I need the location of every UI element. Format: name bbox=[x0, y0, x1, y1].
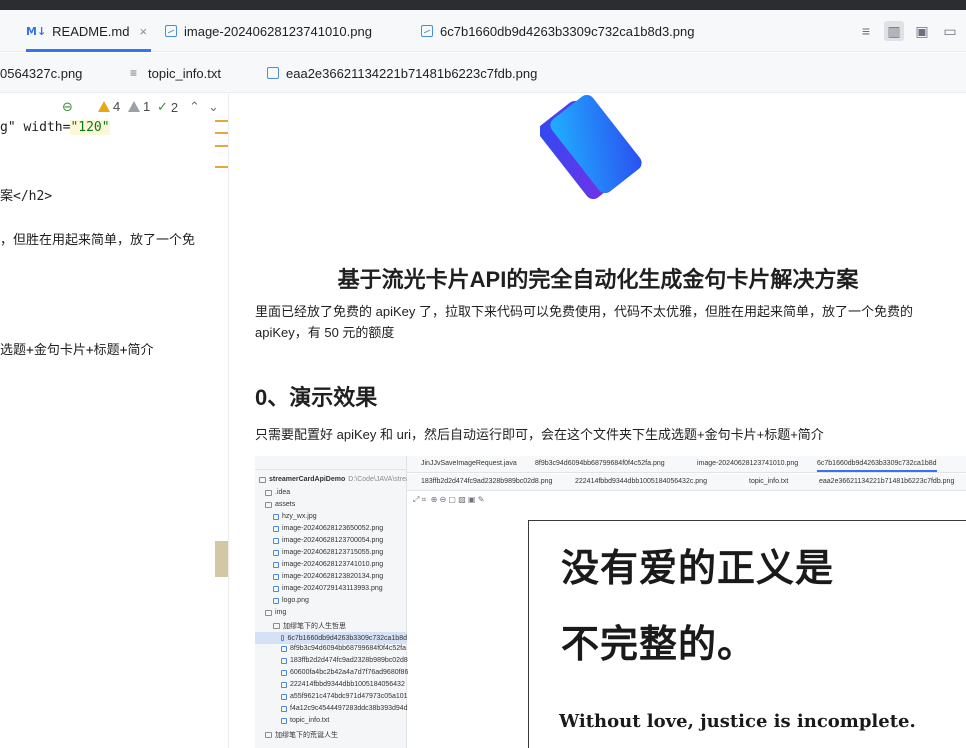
demo-screenshot: streamerCardApiDemo D:\Code\JAVA\streame… bbox=[255, 456, 966, 748]
tree-item: image-20240729143113993.png bbox=[273, 585, 383, 592]
card-quote-line-1: 没有爱的正义是 bbox=[561, 545, 835, 590]
tree-item: image-20240628123700054.png bbox=[273, 537, 383, 544]
tree-item: 222414fbbd9344dbb1005184056432 bbox=[281, 681, 405, 688]
tab-label: topic_info.txt bbox=[148, 65, 221, 81]
tree-item: 60600fa4bc2b42a4a7d7f76ad9680f86 bbox=[281, 669, 408, 676]
tree-item: hzy_wx.jpg bbox=[273, 513, 317, 520]
tab-eaa2e366[interactable]: eaa2e36621134221b71481b6223c7fdb.png bbox=[267, 53, 537, 93]
warning-marker[interactable] bbox=[215, 132, 228, 134]
section-paragraph: 只需要配置好 apiKey 和 uri，然后自动运行即可，会在这个文件夹下生成选… bbox=[255, 427, 824, 442]
typos-count[interactable]: ✓ 2 bbox=[157, 99, 178, 115]
logo-icon bbox=[540, 94, 642, 200]
tab-label: image-20240628123741010.png bbox=[184, 23, 372, 39]
quote-card-image: 没有爱的正义是 不完整的。 Without love, justice is i… bbox=[528, 520, 966, 748]
preview-mode-toolbar: ≡ ▥ ▣ ▭ bbox=[856, 10, 966, 52]
chevron-up-icon[interactable]: ⌃ bbox=[189, 99, 200, 115]
window-title-bar bbox=[0, 0, 966, 10]
tree-item: img bbox=[265, 609, 286, 616]
tree-item: image-20240628123715055.png bbox=[273, 549, 383, 556]
warning-marker[interactable] bbox=[215, 145, 228, 147]
more-icon[interactable]: ▭ bbox=[940, 21, 960, 41]
tree-item: .idea bbox=[265, 489, 290, 496]
code-line: g" width="120" bbox=[0, 120, 110, 135]
tab-readme[interactable]: M↓ README.md × bbox=[26, 10, 152, 52]
tree-item: 183ffb2d2d474fc9ad2328b989bc02d8 bbox=[281, 657, 408, 664]
tab-label: 0564327c.png bbox=[0, 65, 83, 81]
card-quote-line-2: 不完整的。 bbox=[561, 621, 757, 666]
tab-label: README.md bbox=[52, 23, 130, 39]
section-heading: 0、演示效果 bbox=[255, 385, 378, 410]
warning-icon bbox=[98, 101, 110, 112]
no-errors-icon[interactable]: ⊖ bbox=[62, 99, 73, 115]
check-icon: ✓ bbox=[157, 99, 168, 114]
tree-item: 加缪笔下的人生哲思 bbox=[273, 621, 346, 631]
tab-0564327c[interactable]: 0564327c.png bbox=[0, 53, 82, 93]
tree-item: 8f9b3c94d6094bb68799684f0f4c52fa bbox=[281, 645, 406, 652]
split-view-icon[interactable]: ▥ bbox=[884, 21, 904, 41]
editor-only-icon[interactable]: ≡ bbox=[856, 21, 876, 41]
tree-item: image-20240628123741010.png bbox=[273, 561, 383, 568]
warnings-count[interactable]: 4 bbox=[98, 99, 120, 114]
project-root: streamerCardApiDemo D:\Code\JAVA\streame… bbox=[259, 476, 427, 483]
editor-tabs-row-1: M↓ README.md × image-20240628123741010.p… bbox=[0, 10, 966, 52]
tree-item: image-20240628123650052.png bbox=[273, 525, 383, 532]
chevron-down-icon[interactable]: ⌄ bbox=[208, 99, 219, 115]
text-file-icon: ≡ bbox=[130, 66, 138, 80]
intro-paragraph: 里面已经放了免费的 apiKey 了，拉取下来代码可以免费使用，代码不太优雅，但… bbox=[255, 304, 913, 340]
image-file-icon bbox=[165, 25, 177, 37]
tree-item: f4a12c9c4544497283ddc38b393d94d bbox=[281, 705, 408, 712]
card-english-quote: Without love, justice is incomplete. bbox=[559, 711, 916, 732]
weak-warnings-count[interactable]: 1 bbox=[128, 99, 150, 114]
tree-item: logo.png bbox=[273, 597, 309, 604]
inspection-widget[interactable]: ⊖ 4 1 ✓ 2 ⌃ ⌄ bbox=[0, 94, 228, 120]
editor-tabs-row-2: 0564327c.png ≡ topic_info.txt eaa2e36621… bbox=[0, 53, 966, 93]
screenshot-tabs-row-2: 183ffb2d2d474fc9ad2328b989bc02d8.png 222… bbox=[407, 474, 966, 491]
screenshot-image-toolbar: ⤢ ⌗ ⊕ ⊖ ▢ ▨ ▣ ✎ bbox=[413, 495, 485, 504]
image-file-icon bbox=[267, 67, 279, 79]
warning-marker[interactable] bbox=[215, 166, 228, 168]
code-line: 选题+金句卡片+标题+简介 bbox=[0, 343, 154, 358]
warning-marker[interactable] bbox=[215, 120, 228, 122]
preview-only-icon[interactable]: ▣ bbox=[912, 21, 932, 41]
tab-6c7b1660[interactable]: 6c7b1660db9d4263b3309c732ca1b8d3.png bbox=[421, 10, 694, 52]
markdown-preview: 基于流光卡片API的完全自动化生成金句卡片解决方案 里面已经放了免费的 apiK… bbox=[230, 94, 966, 748]
tab-label: 6c7b1660db9d4263b3309c732ca1b8d3.png bbox=[440, 23, 695, 39]
markdown-editor[interactable]: ⊖ 4 1 ✓ 2 ⌃ ⌄ g" width="120" 案</h2> ，但胜在… bbox=[0, 94, 229, 748]
tree-item: assets bbox=[265, 501, 295, 508]
tree-item: 加缪笔下的荒诞人生 bbox=[265, 730, 338, 740]
tree-item: a55f9621c474bdc971d47973c05a101 bbox=[281, 693, 408, 700]
code-line: ，但胜在用起来简单，放了一个免 bbox=[0, 233, 196, 248]
tree-item-selected: 6c7b1660db9d4263b3309c732ca1b8d bbox=[255, 632, 407, 644]
close-icon[interactable]: × bbox=[139, 24, 147, 39]
image-file-icon bbox=[421, 25, 433, 37]
tree-item: topic_info.txt bbox=[281, 717, 329, 724]
code-line: 案</h2> bbox=[0, 189, 53, 204]
weak-warning-icon bbox=[128, 101, 140, 112]
markdown-icon: M↓ bbox=[26, 24, 47, 38]
tree-item: image-20240628123820134.png bbox=[273, 573, 383, 580]
document-title: 基于流光卡片API的完全自动化生成金句卡片解决方案 bbox=[337, 267, 859, 292]
tab-topic-info[interactable]: ≡ topic_info.txt bbox=[130, 53, 221, 93]
screenshot-tabs-row-1: JinJJvSaveImageRequest.java 8f9b3c94d609… bbox=[407, 456, 966, 473]
tab-image-20240628123741010[interactable]: image-20240628123741010.png bbox=[165, 10, 372, 52]
project-tree-panel: streamerCardApiDemo D:\Code\JAVA\streame… bbox=[255, 456, 427, 748]
tab-label: eaa2e36621134221b71481b6223c7fdb.png bbox=[286, 65, 538, 81]
scrollbar-thumb[interactable] bbox=[215, 541, 228, 577]
